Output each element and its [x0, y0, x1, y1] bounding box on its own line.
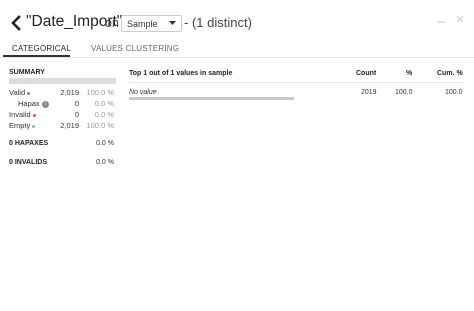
header: "Date_Import" on Sample - (1 distinct) [0, 0, 474, 42]
col-count-header[interactable]: Count [356, 70, 376, 77]
on-label: on [105, 16, 119, 30]
invalids-label: 0 INVALIDS [9, 159, 47, 166]
distinct-count: - (1 distinct) [184, 15, 252, 30]
empty-label: Empty [9, 121, 31, 130]
back-chevron-icon[interactable] [9, 14, 23, 32]
hapaxes-pct: 0.0 % [96, 140, 114, 147]
summary-row-invalid: Invalid 0 0.0 % [9, 110, 117, 120]
summary-row-empty: Empty 2,019 100.0 % [9, 121, 117, 131]
invalids-stat: 0 INVALIDS 0.0 % [9, 159, 117, 169]
invalid-count: 0 [74, 110, 79, 119]
summary-row-valid: Valid 2,019 100.0 % [9, 88, 117, 98]
valid-label: Valid [9, 88, 26, 97]
row-pct: 100.0 [395, 89, 413, 96]
tab-values-clustering[interactable]: VALUES CLUSTERING [91, 44, 179, 53]
hapax-count: 0 [74, 99, 79, 108]
row-count: 2019 [361, 89, 377, 96]
caret-down-icon [169, 21, 176, 25]
tab-bar: CATEGORICAL VALUES CLUSTERING [0, 42, 474, 58]
row-share-fill [129, 97, 294, 100]
values-table-heading: Top 1 out of 1 values in sample [129, 70, 233, 77]
minimize-icon[interactable] [436, 14, 446, 24]
hapaxes-label: 0 HAPAXES [9, 140, 49, 147]
row-share-bar [129, 97, 294, 100]
active-tab-indicator [3, 55, 70, 57]
info-icon[interactable]: i [41, 100, 49, 108]
tab-categorical[interactable]: CATEGORICAL [12, 44, 71, 53]
valid-pct: 100.0 % [86, 88, 114, 97]
empty-count: 2,019 [60, 121, 79, 130]
summary-title: SUMMARY [9, 69, 45, 76]
invalids-pct: 0.0 % [96, 159, 114, 166]
empty-pct: 100.0 % [86, 121, 114, 130]
invalid-pct: 0.0 % [94, 110, 114, 119]
row-value: No value [129, 89, 157, 96]
summary-row-hapax: Hapax i 0 0.0 % [9, 99, 117, 109]
col-cum-header[interactable]: Cum. % [437, 70, 463, 77]
hapax-pct: 0.0 % [94, 99, 114, 108]
sample-select-value: Sample [127, 19, 158, 29]
header-divider [129, 82, 464, 83]
hapaxes-stat: 0 HAPAXES 0.0 % [9, 140, 117, 150]
col-pct-header[interactable]: % [406, 70, 412, 77]
valid-dot-icon [27, 91, 31, 95]
values-table-header: Top 1 out of 1 values in sample Count % … [129, 70, 464, 80]
hapax-label: Hapax [18, 99, 40, 108]
summary-bar [9, 78, 116, 84]
valid-count: 2,019 [60, 88, 79, 97]
close-icon[interactable] [455, 14, 465, 24]
invalid-dot-icon [32, 113, 36, 117]
row-cum: 100.0 [445, 89, 463, 96]
empty-dot-icon [32, 124, 36, 128]
invalid-label: Invalid [9, 110, 31, 119]
sample-select[interactable]: Sample [121, 15, 182, 32]
